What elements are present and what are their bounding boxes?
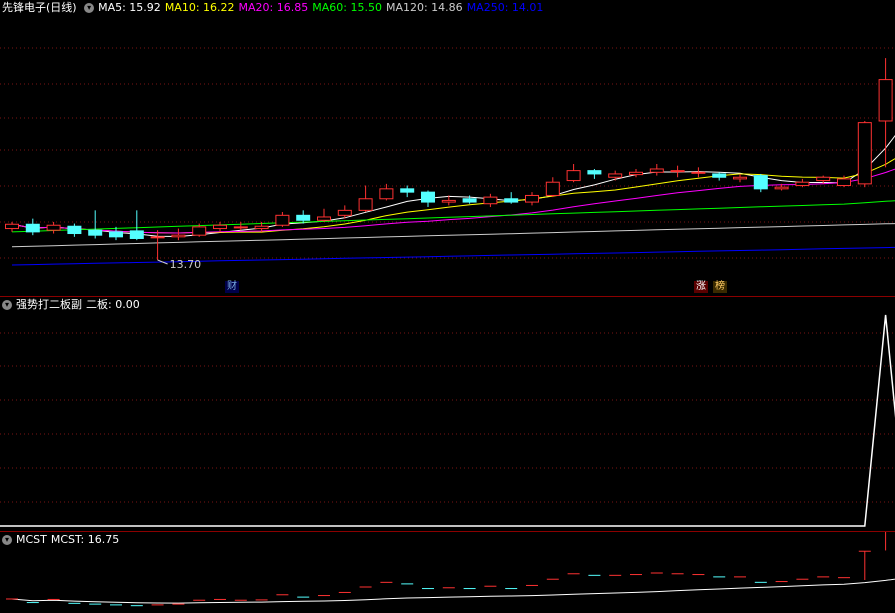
candle-body <box>753 175 768 190</box>
candle <box>483 193 498 208</box>
candle-body <box>504 198 519 203</box>
signal-line <box>0 314 895 527</box>
candle <box>670 165 685 178</box>
candle-body <box>774 186 789 190</box>
candle <box>587 168 602 179</box>
low-price-label: 13.70 <box>170 258 202 271</box>
candle-body <box>275 214 290 226</box>
candle-body <box>837 178 851 187</box>
candle <box>753 173 768 193</box>
candle-body <box>317 216 331 221</box>
candle <box>5 221 19 232</box>
candle-body <box>816 176 831 182</box>
ranking-badge[interactable]: 榜 <box>713 281 727 293</box>
candle-body <box>878 79 893 122</box>
candle <box>608 170 623 181</box>
candle-body <box>545 181 560 196</box>
candle-body <box>337 209 352 216</box>
candle-body <box>857 122 872 185</box>
candle <box>171 228 186 241</box>
candle-body <box>649 168 664 173</box>
ma250-line <box>11 246 895 266</box>
candle <box>504 192 519 204</box>
ma5-line <box>11 135 895 238</box>
candle <box>566 164 581 183</box>
candle <box>379 183 394 201</box>
candle-body <box>733 176 747 180</box>
candle <box>46 221 61 234</box>
candle <box>857 120 872 188</box>
candle <box>275 212 290 227</box>
ma20-line <box>11 168 895 234</box>
candle <box>88 210 103 239</box>
candle-body <box>88 229 103 236</box>
candle-body <box>670 170 685 173</box>
candle-body <box>358 198 373 211</box>
candle <box>649 164 664 176</box>
candle-body <box>67 225 82 235</box>
candle <box>129 210 144 241</box>
candle-body <box>441 199 456 203</box>
candle-body <box>379 188 394 200</box>
candle <box>400 185 415 198</box>
candle <box>545 177 560 198</box>
mcst-line <box>11 578 895 604</box>
candle-body <box>400 188 415 193</box>
candle-body <box>213 224 227 230</box>
candle-body <box>483 196 498 205</box>
candle <box>233 221 248 231</box>
candle-body <box>254 225 269 230</box>
finance-badge[interactable]: 财 <box>225 281 239 293</box>
candle-body <box>296 214 311 221</box>
candle <box>691 167 706 178</box>
candle-body <box>712 173 727 178</box>
candle-body <box>421 191 435 203</box>
candle-body <box>171 234 186 238</box>
candle <box>25 218 40 236</box>
candle <box>67 223 82 237</box>
candle <box>712 172 727 181</box>
candle-body <box>25 223 40 233</box>
candle <box>213 221 227 232</box>
candle-body <box>795 181 810 187</box>
candle-body <box>691 171 706 174</box>
ma60-line <box>11 200 895 233</box>
candle <box>733 173 747 183</box>
limit-up-badge[interactable]: 涨 <box>694 281 708 293</box>
signal-chart[interactable] <box>0 297 895 531</box>
candle <box>317 208 331 222</box>
candle-body <box>192 226 207 236</box>
candle <box>150 230 165 260</box>
candle <box>358 185 373 213</box>
candle-body <box>109 231 123 238</box>
candle-body <box>233 226 248 229</box>
candle-body <box>462 198 477 203</box>
mcst-pane[interactable]: ▾ MCST MCST: 16.75 <box>0 532 895 613</box>
candle-body <box>608 173 623 178</box>
candle <box>525 192 539 206</box>
signal-pane[interactable]: ▾ 强势打二板副 二板: 0.00 <box>0 297 895 531</box>
candlestick-chart[interactable]: 20.8313.70 <box>0 0 895 296</box>
candle-body <box>150 236 165 239</box>
candle-body <box>566 170 581 182</box>
candle <box>421 190 435 208</box>
candle-body <box>629 171 643 176</box>
mcst-chart[interactable] <box>0 532 895 613</box>
candle <box>795 178 810 188</box>
candle-body <box>5 223 19 230</box>
candle-body <box>525 194 539 203</box>
candle-body <box>46 224 61 231</box>
candle <box>878 58 893 168</box>
candle-body <box>129 230 144 239</box>
candle-body <box>587 170 602 175</box>
main-chart-pane[interactable]: 先锋电子(日线) ▾ MA5: 15.92 MA10: 16.22 MA20: 16.… <box>0 0 895 296</box>
